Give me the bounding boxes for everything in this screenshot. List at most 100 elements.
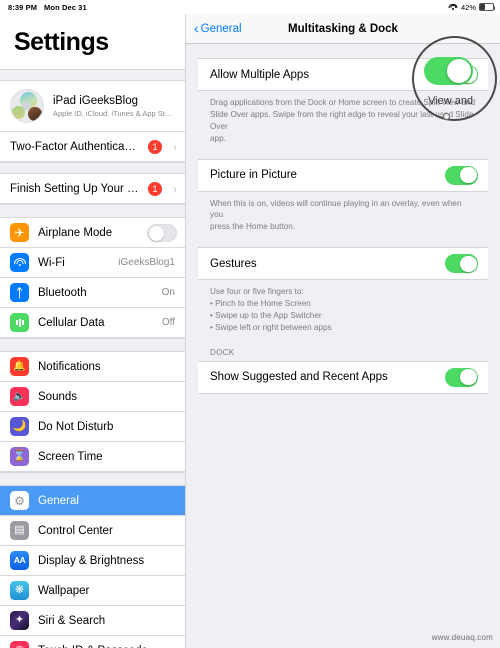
split-view: Settings iPad iGeeksBlog Apple ID, iClou… (0, 14, 500, 648)
note-line: • Swipe left or right between apps (210, 322, 332, 332)
wallpaper-icon: ❋ (10, 581, 29, 600)
wifi-icon (448, 3, 458, 11)
sounds-icon: 🔈 (10, 387, 29, 406)
airplane-icon: ✈ (10, 223, 29, 242)
sidebar-item-label: Display & Brightness (38, 554, 145, 567)
setting-card-picture-in-picture: Picture in Picture (198, 158, 488, 192)
note-line: • Pinch to the Home Screen (210, 299, 311, 309)
chevron-right-icon: › (173, 139, 177, 154)
sidebar-item-general[interactable]: ⚙ General (0, 486, 185, 516)
sidebar-item-label: Airplane Mode (38, 226, 113, 239)
avatar (10, 89, 44, 123)
sidebar-item-cellular-data[interactable]: Cellular Data Off (0, 308, 185, 338)
sidebar-item-wallpaper[interactable]: ❋ Wallpaper (0, 576, 185, 606)
sidebar-item-label: Notifications (38, 360, 101, 373)
magnified-allow-multiple-apps-toggle[interactable] (424, 57, 473, 85)
watermark: www.deuaq.com (431, 633, 493, 642)
sidebar-item-touch-id-passcode[interactable]: ◉ Touch ID & Passcode (0, 636, 185, 648)
display-brightness-icon: AA (10, 551, 29, 570)
status-badge: 1 (148, 139, 162, 154)
sidebar-divider (0, 162, 185, 174)
setting-card-dock: Show Suggested and Recent Apps (198, 360, 488, 394)
back-button[interactable]: ‹ General (186, 20, 242, 36)
setting-label: Gestures (210, 257, 257, 270)
general-gear-icon: ⚙ (10, 491, 29, 510)
sidebar-item-label: Two-Factor Authentication (10, 140, 139, 153)
sidebar-divider (0, 472, 185, 486)
sidebar-item-airplane-mode[interactable]: ✈ Airplane Mode (0, 218, 185, 248)
page-title: Settings (14, 28, 109, 56)
sidebar-divider (0, 204, 185, 218)
notifications-icon: 🔔 (10, 357, 29, 376)
magnifier-label: View and (428, 95, 474, 107)
bluetooth-icon: ᛏ (10, 283, 29, 302)
sidebar-item-sounds[interactable]: 🔈 Sounds (0, 382, 185, 412)
sidebar-item-bluetooth[interactable]: ᛏ Bluetooth On (0, 278, 185, 308)
sidebar-item-two-factor-authentication[interactable]: Two-Factor Authentication 1 › (0, 132, 185, 162)
sidebar-item-control-center[interactable]: ▤ Control Center (0, 516, 185, 546)
table-row[interactable]: Show Suggested and Recent Apps (198, 362, 488, 393)
table-row[interactable]: Gestures (198, 248, 488, 279)
show-suggested-recent-apps-toggle[interactable] (445, 367, 478, 387)
setting-label: Show Suggested and Recent Apps (210, 371, 388, 384)
battery-percent-label: 42% (460, 2, 476, 12)
note-line: Use four or five fingers to: (210, 287, 304, 297)
table-row[interactable]: Picture in Picture (198, 160, 488, 191)
magnifier-notch (443, 113, 450, 120)
settings-sidebar[interactable]: Settings iPad iGeeksBlog Apple ID, iClou… (0, 14, 186, 648)
sidebar-item-finish-setting-up[interactable]: Finish Setting Up Your iPad 1 › (0, 174, 185, 204)
status-bar: 8:39 PM Mon Dec 31 42% (0, 0, 500, 14)
status-time: 8:39 PM (8, 2, 38, 12)
sidebar-item-label: Siri & Search (38, 614, 106, 627)
sidebar-item-label: General (38, 494, 79, 507)
sidebar-item-value: iGeeksBlog1 (118, 257, 175, 268)
chevron-left-icon: ‹ (194, 20, 199, 36)
chevron-right-icon: › (173, 181, 177, 196)
sidebar-divider (0, 69, 185, 81)
detail-pane: ‹ General Multitasking & Dock Allow Mult… (186, 14, 500, 648)
status-date: Mon Dec 31 (44, 2, 87, 12)
sidebar-item-label: Sounds (38, 390, 78, 403)
gestures-toggle[interactable] (445, 254, 478, 274)
picture-in-picture-toggle[interactable] (445, 165, 478, 185)
sidebar-item-label: Wallpaper (38, 584, 90, 597)
section-header-dock: DOCK (210, 347, 235, 357)
sidebar-item-value: On (161, 287, 175, 298)
sidebar-item-label: Wi-Fi (38, 256, 65, 269)
sidebar-item-wifi[interactable]: Wi-Fi iGeeksBlog1 (0, 248, 185, 278)
sidebar-item-display-brightness[interactable]: AA Display & Brightness (0, 546, 185, 576)
screen-time-icon: ⌛ (10, 447, 29, 466)
airplane-mode-toggle[interactable] (147, 223, 177, 242)
sidebar-item-notifications[interactable]: 🔔 Notifications (0, 352, 185, 382)
setting-label: Allow Multiple Apps (210, 68, 310, 81)
sidebar-item-label: Do Not Disturb (38, 420, 114, 433)
navigation-bar: ‹ General Multitasking & Dock (186, 14, 500, 44)
control-center-icon: ▤ (10, 521, 29, 540)
sidebar-item-label: Cellular Data (38, 316, 105, 329)
sidebar-item-apple-account[interactable]: iPad iGeeksBlog Apple ID, iCloud, iTunes… (0, 81, 185, 132)
status-badge: 1 (148, 181, 162, 196)
sidebar-item-screen-time[interactable]: ⌛ Screen Time (0, 442, 185, 472)
back-button-label: General (200, 22, 242, 35)
status-bar-right: 42% (448, 2, 496, 12)
account-subtitle: Apple ID, iCloud, iTunes & App St... (53, 108, 172, 118)
note-line: When this is on, videos will continue pl… (210, 198, 462, 220)
touch-id-icon: ◉ (10, 641, 29, 648)
note-line: press the Home button. (210, 222, 296, 232)
wifi-icon (10, 253, 29, 272)
note-line: Slide Over apps. Swipe from the right ed… (210, 109, 474, 131)
setting-card-gestures: Gestures (198, 247, 488, 281)
sidebar-item-siri-search[interactable]: ✦ Siri & Search (0, 606, 185, 636)
battery-icon (479, 3, 496, 11)
sidebar-item-label: Screen Time (38, 450, 103, 463)
siri-search-icon: ✦ (10, 611, 29, 630)
account-name: iPad iGeeksBlog (53, 94, 139, 107)
sidebar-item-label: Bluetooth (38, 286, 87, 299)
sidebar-item-value: Off (161, 317, 175, 328)
sidebar-item-do-not-disturb[interactable]: 🌙 Do Not Disturb (0, 412, 185, 442)
sidebar-divider (0, 338, 185, 352)
sidebar-item-label: Finish Setting Up Your iPad (10, 182, 139, 195)
status-bar-left: 8:39 PM Mon Dec 31 (8, 3, 87, 12)
